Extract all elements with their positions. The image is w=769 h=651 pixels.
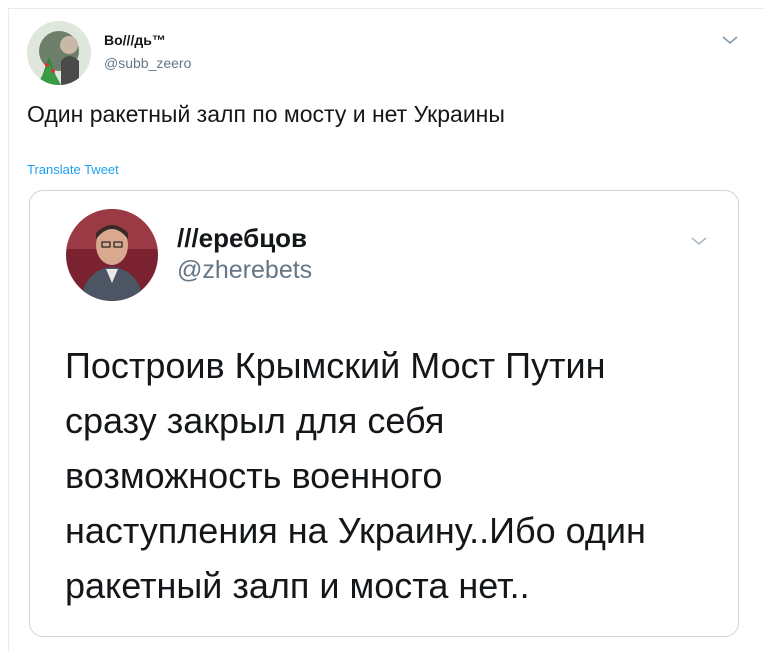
quoted-author-name[interactable]: ///еребцов: [177, 223, 307, 254]
quoted-tweet-text: Построив Крымский Мост Путин сразу закры…: [65, 338, 705, 613]
quoted-text-line: Построив Крымский Мост Путин: [65, 345, 606, 386]
tweet-text: Один ракетный залп по мосту и нет Украин…: [27, 101, 505, 127]
quoted-tweet[interactable]: ///еребцов @zherebets Построив Крымский …: [29, 190, 739, 637]
quoted-author-avatar[interactable]: [66, 209, 158, 301]
quoted-text-line: ракетный залп и моста нет..: [65, 565, 530, 606]
quoted-text-line: наступления на Украину..Ибо один: [65, 510, 646, 551]
quoted-text-line: возможность военного: [65, 455, 443, 496]
author-name[interactable]: Во///дь™: [104, 32, 166, 48]
avatar-image: [27, 21, 91, 85]
author-handle[interactable]: @subb_zeero: [104, 55, 191, 71]
quoted-text-line: сразу закрыл для себя: [65, 400, 445, 441]
quoted-author-handle[interactable]: @zherebets: [177, 256, 312, 285]
quoted-avatar-image: [66, 209, 158, 301]
tweet-card: Во///дь™ @subb_zeero Один ракетный залп …: [8, 8, 764, 651]
chevron-down-icon[interactable]: [721, 34, 739, 46]
chevron-down-icon[interactable]: [690, 235, 708, 247]
translate-tweet-link[interactable]: Translate Tweet: [27, 162, 119, 177]
author-avatar[interactable]: [27, 21, 91, 85]
